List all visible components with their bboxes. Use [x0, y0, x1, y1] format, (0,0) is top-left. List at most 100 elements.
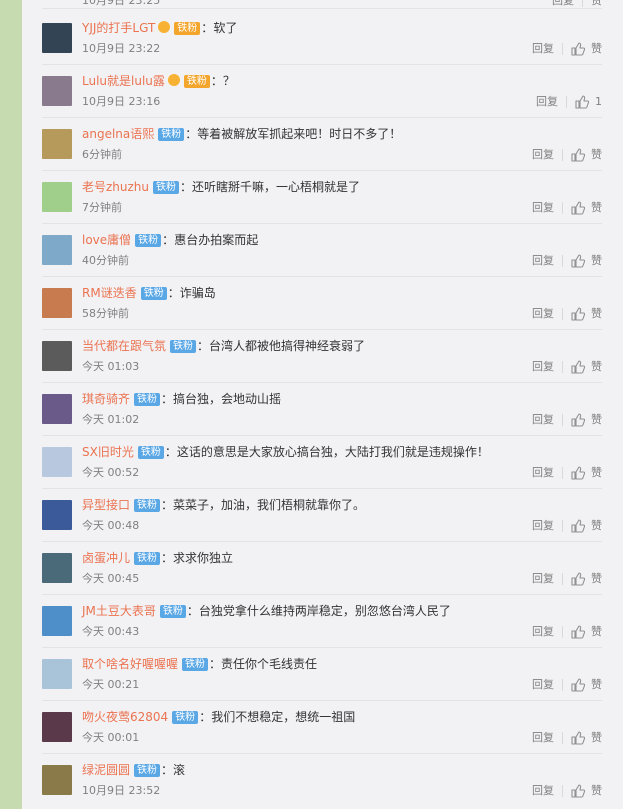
- comment-line: 取个啥名好喔喔喔 铁粉 ：责任你个毛线责任: [82, 656, 317, 672]
- comment-actions: 回复 赞: [532, 678, 602, 692]
- avatar[interactable]: [42, 76, 72, 106]
- like-button[interactable]: 赞: [571, 201, 602, 215]
- fan-badge[interactable]: 铁粉: [182, 658, 209, 671]
- reply-button[interactable]: 回复: [532, 625, 554, 639]
- comment-text: ？: [222, 74, 235, 88]
- like-button[interactable]: 赞: [571, 413, 602, 427]
- reply-button[interactable]: 回复: [532, 572, 554, 586]
- username-link[interactable]: SX旧时光: [82, 445, 134, 459]
- avatar[interactable]: [42, 394, 72, 424]
- reply-button[interactable]: 回复: [532, 731, 554, 745]
- username-link[interactable]: angelna语熙: [82, 127, 154, 141]
- like-label: 1: [595, 95, 602, 108]
- comment-item: love庸僧 铁粉 ：惠台办拍案而起 40分钟前 回复 赞: [42, 223, 602, 276]
- comment-text: 搞台独，会地动山摇: [173, 392, 282, 406]
- avatar[interactable]: [42, 182, 72, 212]
- username-link[interactable]: YJJ的打手LGT: [82, 21, 155, 35]
- username-link[interactable]: RM谜迭香: [82, 286, 137, 300]
- reply-button[interactable]: 回复: [552, 0, 574, 7]
- fan-badge[interactable]: 铁粉: [183, 75, 210, 88]
- like-button[interactable]: 1: [575, 95, 602, 109]
- reply-button[interactable]: 回复: [532, 201, 554, 215]
- username-link[interactable]: 吻火夜莺62804: [82, 710, 168, 724]
- like-label: 赞: [591, 572, 602, 585]
- like-button[interactable]: 赞: [571, 148, 602, 162]
- fan-badge[interactable]: 铁粉: [158, 128, 185, 141]
- fan-badge[interactable]: 铁粉: [174, 22, 201, 35]
- avatar[interactable]: [42, 235, 72, 265]
- like-button[interactable]: 赞: [571, 572, 602, 586]
- fan-badge[interactable]: 铁粉: [159, 605, 186, 618]
- fan-badge[interactable]: 铁粉: [172, 711, 199, 724]
- avatar[interactable]: [42, 129, 72, 159]
- reply-button[interactable]: 回复: [532, 42, 554, 56]
- avatar[interactable]: [42, 288, 72, 318]
- avatar[interactable]: [42, 712, 72, 742]
- avatar[interactable]: [42, 553, 72, 583]
- reply-button[interactable]: 回复: [532, 307, 554, 321]
- colon-separator: ：: [180, 180, 193, 194]
- fan-badge[interactable]: 铁粉: [134, 499, 161, 512]
- like-button[interactable]: 赞: [571, 784, 602, 798]
- username-link[interactable]: Lulu就是lulu露: [82, 74, 165, 88]
- username-link[interactable]: 当代都在跟气氛: [82, 339, 166, 353]
- avatar[interactable]: [42, 447, 72, 477]
- username-link[interactable]: love庸僧: [82, 233, 131, 247]
- comment-text: 等着被解放军抓起来吧！时日不多了！: [197, 127, 402, 141]
- comment-time: 今天 00:21: [82, 678, 140, 691]
- username-link[interactable]: 异型接口: [82, 498, 130, 512]
- avatar[interactable]: [42, 659, 72, 689]
- avatar[interactable]: [42, 765, 72, 795]
- comment-line: 当代都在跟气氛 铁粉 ：台湾人都被他搞得神经衰弱了: [82, 338, 365, 354]
- reply-button[interactable]: 回复: [532, 254, 554, 268]
- like-button[interactable]: 赞: [571, 307, 602, 321]
- reply-button[interactable]: 回复: [532, 519, 554, 533]
- thumbs-up-icon: [571, 466, 586, 480]
- thumbs-up-icon: [571, 572, 586, 586]
- reply-button[interactable]: 回复: [532, 148, 554, 162]
- like-label: 赞: [591, 678, 602, 691]
- username-link[interactable]: 卤蛋冲儿: [82, 551, 130, 565]
- username-link[interactable]: JM土豆大表哥: [82, 604, 156, 618]
- comment-line: 琪奇骑齐 铁粉 ：搞台独，会地动山摇: [82, 391, 281, 407]
- username-link[interactable]: 老号zhuzhu: [82, 180, 149, 194]
- reply-button[interactable]: 回复: [532, 360, 554, 374]
- like-button[interactable]: 赞: [571, 625, 602, 639]
- comment-line: angelna语熙 铁粉 ：等着被解放军抓起来吧！时日不多了！: [82, 126, 401, 142]
- divider: [562, 732, 563, 744]
- comment-item: angelna语熙 铁粉 ：等着被解放军抓起来吧！时日不多了！ 6分钟前 回复 赞: [42, 117, 602, 170]
- reply-button[interactable]: 回复: [532, 678, 554, 692]
- reply-button[interactable]: 回复: [536, 95, 558, 109]
- comment-text: 软了: [213, 21, 238, 35]
- thumbs-up-icon: [571, 784, 586, 798]
- like-button[interactable]: 赞: [571, 254, 602, 268]
- fan-badge[interactable]: 铁粉: [170, 340, 197, 353]
- fan-badge[interactable]: 铁粉: [134, 552, 161, 565]
- fan-badge[interactable]: 铁粉: [135, 234, 162, 247]
- fan-badge[interactable]: 铁粉: [140, 287, 167, 300]
- username-link[interactable]: 绿泥圆圆: [82, 763, 130, 777]
- avatar[interactable]: [42, 500, 72, 530]
- username-link[interactable]: 琪奇骑齐: [82, 392, 130, 406]
- like-button[interactable]: 赞: [571, 466, 602, 480]
- comment-line: love庸僧 铁粉 ：惠台办拍案而起: [82, 232, 258, 248]
- avatar[interactable]: [42, 23, 72, 53]
- avatar[interactable]: [42, 606, 72, 636]
- comment-time: 10月9日 23:16: [82, 95, 161, 108]
- reply-button[interactable]: 回复: [532, 466, 554, 480]
- username-link[interactable]: 取个啥名好喔喔喔: [82, 657, 178, 671]
- like-button[interactable]: 赞: [571, 731, 602, 745]
- fan-badge[interactable]: 铁粉: [134, 393, 161, 406]
- fan-badge[interactable]: 铁粉: [153, 181, 180, 194]
- colon-separator: ：: [161, 392, 174, 406]
- avatar[interactable]: [42, 341, 72, 371]
- like-button[interactable]: 赞: [571, 678, 602, 692]
- fan-badge[interactable]: 铁粉: [137, 446, 164, 459]
- like-button[interactable]: 赞: [591, 0, 602, 7]
- reply-button[interactable]: 回复: [532, 784, 554, 798]
- like-button[interactable]: 赞: [571, 360, 602, 374]
- fan-badge[interactable]: 铁粉: [134, 764, 161, 777]
- like-button[interactable]: 赞: [571, 519, 602, 533]
- like-button[interactable]: 赞: [571, 42, 602, 56]
- reply-button[interactable]: 回复: [532, 413, 554, 427]
